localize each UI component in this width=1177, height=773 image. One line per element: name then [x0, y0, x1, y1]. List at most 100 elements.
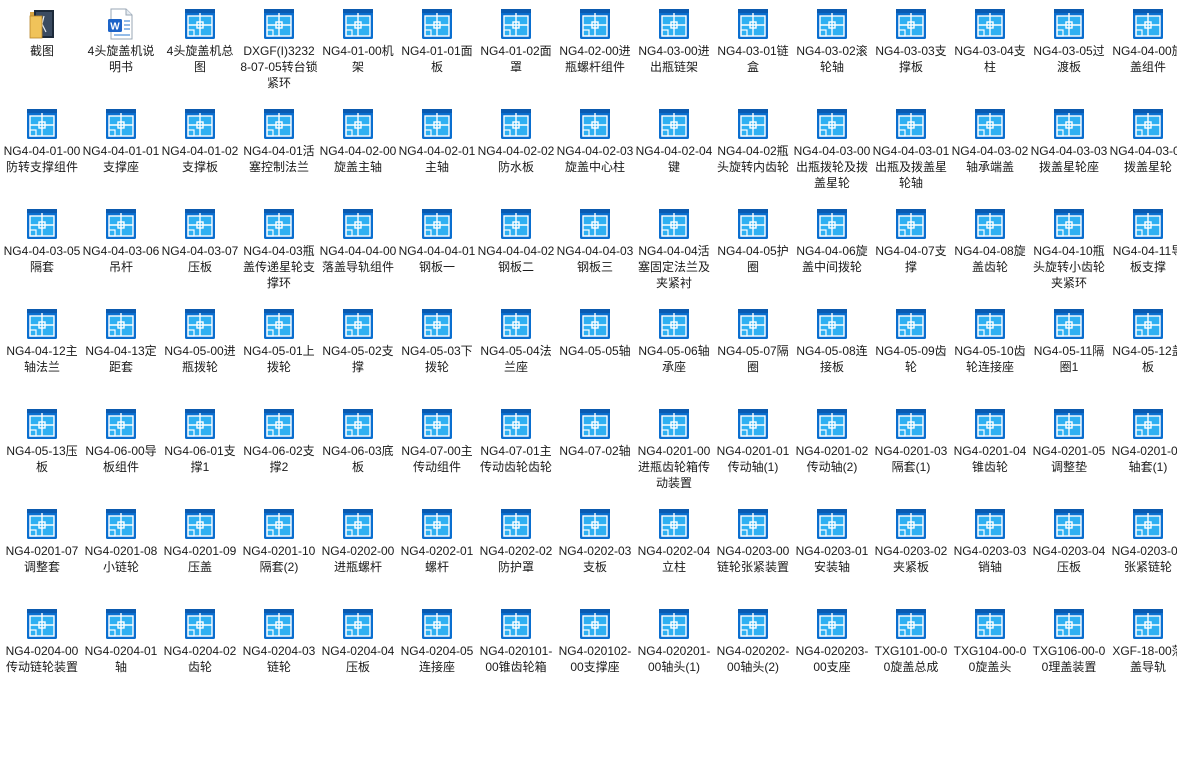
file-item[interactable]: NG4-04-03瓶盖传递星轮支撑环: [240, 200, 318, 302]
file-item[interactable]: NG4-0201-08小链轮: [82, 500, 160, 602]
file-item[interactable]: W 4头旋盖机说明书: [82, 0, 160, 102]
file-item[interactable]: NG4-04-04活塞固定法兰及夹紧衬: [635, 200, 713, 302]
file-item[interactable]: NG4-04-04-03钢板三: [556, 200, 634, 302]
file-item[interactable]: NG4-0201-03隔套(1): [872, 400, 950, 502]
file-item[interactable]: NG4-020201-00轴头(1): [635, 600, 713, 702]
file-item[interactable]: NG4-0201-04锥齿轮: [951, 400, 1029, 502]
file-item[interactable]: NG4-05-07隔圈: [714, 300, 792, 402]
file-item[interactable]: NG4-020203-00支座: [793, 600, 871, 702]
file-item[interactable]: NG4-04-04-00落盖导轨组件: [319, 200, 397, 302]
file-item[interactable]: NG4-0204-05连接座: [398, 600, 476, 702]
file-item[interactable]: NG4-0201-10隔套(2): [240, 500, 318, 602]
file-item[interactable]: NG4-07-02轴: [556, 400, 634, 502]
file-item[interactable]: NG4-05-09齿轮: [872, 300, 950, 402]
file-item[interactable]: NG4-04-08旋盖齿轮: [951, 200, 1029, 302]
file-item[interactable]: NG4-04-06旋盖中间拨轮: [793, 200, 871, 302]
file-item[interactable]: NG4-0201-01传动轴(1): [714, 400, 792, 502]
file-item[interactable]: NG4-01-01面板: [398, 0, 476, 102]
file-item[interactable]: NG4-04-11导板支撑: [1109, 200, 1177, 302]
file-item[interactable]: NG4-04-02-03旋盖中心柱: [556, 100, 634, 202]
file-item[interactable]: NG4-07-00主传动组件: [398, 400, 476, 502]
file-item[interactable]: NG4-020102-00支撑座: [556, 600, 634, 702]
file-item[interactable]: NG4-02-00进瓶螺杆组件: [556, 0, 634, 102]
file-item[interactable]: NG4-05-01上拨轮: [240, 300, 318, 402]
file-item[interactable]: NG4-04-07支撑: [872, 200, 950, 302]
file-item[interactable]: NG4-0201-05调整垫: [1030, 400, 1108, 502]
file-item[interactable]: NG4-0204-02齿轮: [161, 600, 239, 702]
file-item[interactable]: NG4-0202-00进瓶螺杆: [319, 500, 397, 602]
file-item[interactable]: NG4-0203-01安装轴: [793, 500, 871, 602]
file-item[interactable]: NG4-0203-03销轴: [951, 500, 1029, 602]
file-item[interactable]: NG4-04-03-05隔套: [3, 200, 81, 302]
file-item[interactable]: NG4-0201-09压盖: [161, 500, 239, 602]
file-item[interactable]: NG4-05-05轴: [556, 300, 634, 402]
file-item[interactable]: NG4-04-00旋盖组件: [1109, 0, 1177, 102]
file-item[interactable]: NG4-0202-01螺杆: [398, 500, 476, 602]
file-item[interactable]: NG4-03-03支撑板: [872, 0, 950, 102]
file-item[interactable]: NG4-05-10齿轮连接座: [951, 300, 1029, 402]
file-item[interactable]: NG4-04-04-01钢板一: [398, 200, 476, 302]
file-item[interactable]: NG4-0203-05张紧链轮: [1109, 500, 1177, 602]
file-item[interactable]: NG4-0203-02夹紧板: [872, 500, 950, 602]
file-item[interactable]: NG4-04-04-02钢板二: [477, 200, 555, 302]
file-item[interactable]: NG4-05-08连接板: [793, 300, 871, 402]
file-item[interactable]: NG4-04-03-07压板: [161, 200, 239, 302]
file-item[interactable]: NG4-06-03底板: [319, 400, 397, 502]
file-item[interactable]: NG4-03-00进出瓶链架: [635, 0, 713, 102]
file-item[interactable]: NG4-04-03-02轴承端盖: [951, 100, 1029, 202]
file-item[interactable]: XGF-18-00落盖导轨: [1109, 600, 1177, 702]
file-item[interactable]: NG4-0201-00进瓶齿轮箱传动装置: [635, 400, 713, 502]
file-item[interactable]: TXG106-00-00理盖装置: [1030, 600, 1108, 702]
file-item[interactable]: NG4-03-01链盒: [714, 0, 792, 102]
file-item[interactable]: NG4-01-02面罩: [477, 0, 555, 102]
file-item[interactable]: NG4-05-00进瓶拨轮: [161, 300, 239, 402]
file-item[interactable]: NG4-04-01-01支撑座: [82, 100, 160, 202]
file-item[interactable]: NG4-03-04支柱: [951, 0, 1029, 102]
file-item[interactable]: NG4-05-03下拨轮: [398, 300, 476, 402]
file-item[interactable]: NG4-04-03-04拨盖星轮: [1109, 100, 1177, 202]
file-item[interactable]: NG4-0202-03支板: [556, 500, 634, 602]
file-item[interactable]: NG4-04-02-04键: [635, 100, 713, 202]
file-item[interactable]: NG4-07-01主传动齿轮齿轮: [477, 400, 555, 502]
file-item[interactable]: NG4-01-00机架: [319, 0, 397, 102]
file-item[interactable]: NG4-05-13压板: [3, 400, 81, 502]
file-item[interactable]: NG4-04-03-00出瓶拨轮及拨盖星轮: [793, 100, 871, 202]
file-item[interactable]: NG4-0203-00链轮张紧装置: [714, 500, 792, 602]
file-item[interactable]: NG4-04-01-02支撑板: [161, 100, 239, 202]
file-item[interactable]: NG4-0202-02防护罩: [477, 500, 555, 602]
file-item[interactable]: NG4-0204-04压板: [319, 600, 397, 702]
file-item[interactable]: NG4-04-02瓶头旋转内齿轮: [714, 100, 792, 202]
file-item[interactable]: 4头旋盖机总图: [161, 0, 239, 102]
file-item[interactable]: NG4-04-05护圈: [714, 200, 792, 302]
file-item[interactable]: NG4-04-02-00旋盖主轴: [319, 100, 397, 202]
file-item[interactable]: NG4-06-00导板组件: [82, 400, 160, 502]
file-item[interactable]: NG4-05-11隔圈1: [1030, 300, 1108, 402]
file-item[interactable]: NG4-0201-02传动轴(2): [793, 400, 871, 502]
file-item[interactable]: NG4-04-03-01出瓶及拨盖星轮轴: [872, 100, 950, 202]
file-item[interactable]: NG4-04-10瓶头旋转小齿轮夹紧环: [1030, 200, 1108, 302]
file-item[interactable]: NG4-06-01支撑1: [161, 400, 239, 502]
file-item[interactable]: NG4-04-01活塞控制法兰: [240, 100, 318, 202]
file-item[interactable]: TXG104-00-00旋盖头: [951, 600, 1029, 702]
file-item[interactable]: NG4-020101-00锥齿轮箱: [477, 600, 555, 702]
file-item[interactable]: NG4-04-02-01主轴: [398, 100, 476, 202]
file-item[interactable]: NG4-05-12盖板: [1109, 300, 1177, 402]
file-item[interactable]: NG4-05-02支撑: [319, 300, 397, 402]
file-item[interactable]: NG4-0201-06轴套(1): [1109, 400, 1177, 502]
file-item[interactable]: TXG101-00-00旋盖总成: [872, 600, 950, 702]
file-item[interactable]: NG4-05-06轴承座: [635, 300, 713, 402]
file-item[interactable]: NG4-0204-01轴: [82, 600, 160, 702]
file-item[interactable]: NG4-0204-00传动链轮装置: [3, 600, 81, 702]
file-item[interactable]: NG4-05-04法兰座: [477, 300, 555, 402]
file-item[interactable]: NG4-06-02支撑2: [240, 400, 318, 502]
file-item[interactable]: NG4-04-03-06吊杆: [82, 200, 160, 302]
file-item[interactable]: NG4-0201-07调整套: [3, 500, 81, 602]
file-item[interactable]: NG4-04-13定距套: [82, 300, 160, 402]
file-item[interactable]: 截图: [3, 0, 81, 102]
file-item[interactable]: NG4-0204-03链轮: [240, 600, 318, 702]
file-item[interactable]: NG4-04-12主轴法兰: [3, 300, 81, 402]
file-item[interactable]: NG4-04-03-03拨盖星轮座: [1030, 100, 1108, 202]
file-item[interactable]: NG4-0202-04立柱: [635, 500, 713, 602]
file-item[interactable]: NG4-020202-00轴头(2): [714, 600, 792, 702]
file-item[interactable]: NG4-03-05过渡板: [1030, 0, 1108, 102]
